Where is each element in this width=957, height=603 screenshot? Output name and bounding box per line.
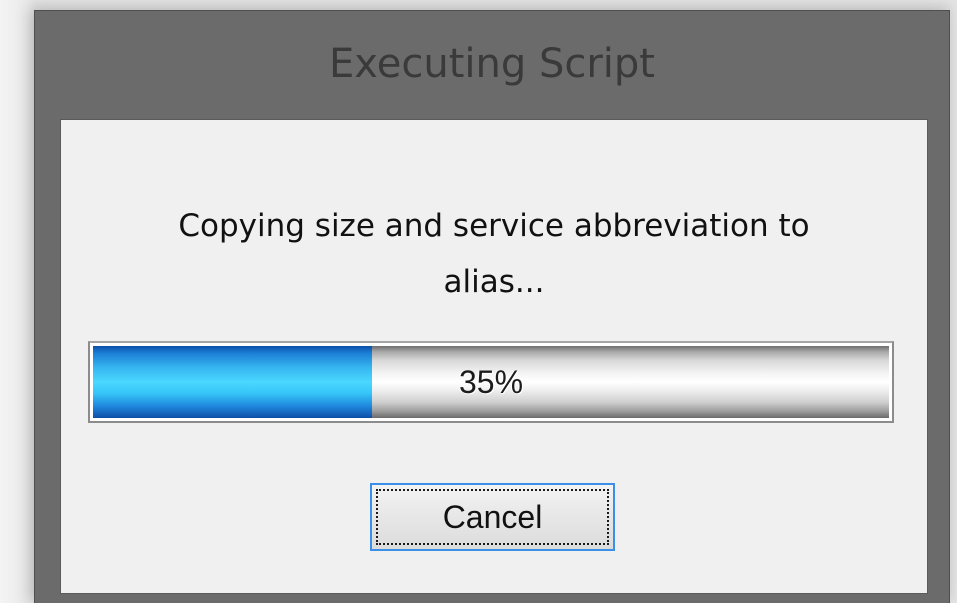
progress-track: 35% (93, 346, 889, 418)
dialog-title: Executing Script (329, 41, 655, 87)
progress-percent-label: 35% (458, 363, 524, 400)
status-message: Copying size and service abbreviation to… (61, 198, 927, 310)
status-message-line-2: alias... (443, 264, 545, 300)
dialog-client-area: Copying size and service abbreviation to… (60, 119, 928, 594)
cancel-button-label: Cancel (376, 489, 609, 545)
executing-script-dialog: Executing Script Copying size and servic… (34, 10, 950, 603)
progress-bar: 35% (88, 341, 894, 423)
status-message-line-1: Copying size and service abbreviation to (178, 208, 810, 244)
cancel-button[interactable]: Cancel (370, 483, 615, 551)
